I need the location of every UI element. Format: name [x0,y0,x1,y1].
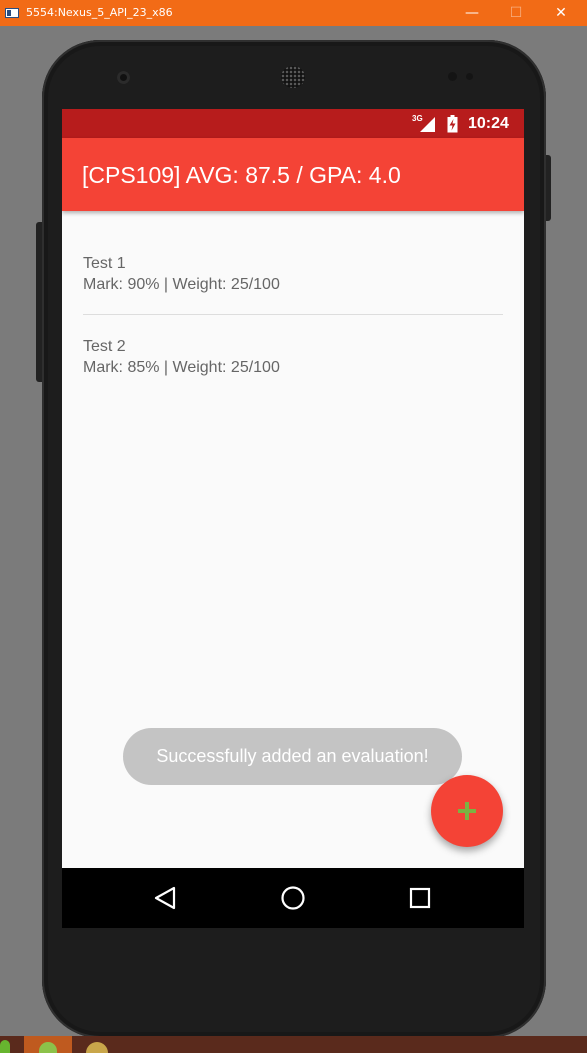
emulator-window-title: 5554:Nexus_5_API_23_x86 [26,6,173,19]
emulator-title-bar: 5554:Nexus_5_API_23_x86 — ☐ ✕ [0,0,587,26]
status-bar: 3G 10:24 [62,109,524,138]
status-clock: 10:24 [468,115,509,132]
list-item[interactable]: Test 2 Mark: 85% | Weight: 25/100 [83,336,503,402]
power-button[interactable] [546,155,551,221]
evaluation-details: Mark: 85% | Weight: 25/100 [83,359,280,376]
home-icon[interactable] [278,883,308,913]
back-icon[interactable] [151,883,181,913]
evaluation-name: Test 1 [83,255,126,272]
list-divider [83,314,503,315]
close-button[interactable]: ✕ [541,0,581,26]
recent-apps-icon[interactable] [405,883,435,913]
minimize-button[interactable]: — [452,0,492,26]
earpiece-speaker-icon [281,66,305,88]
evaluation-details: Mark: 90% | Weight: 25/100 [83,276,280,293]
page-title: [CPS109] AVG: 87.5 / GPA: 4.0 [82,162,401,188]
app-toolbar: [CPS109] AVG: 87.5 / GPA: 4.0 [62,138,524,211]
device-screen: 3G 10:24 [CPS109] AVG: 87.5 / GPA: 4.0 T… [62,109,524,928]
evaluation-name: Test 2 [83,338,126,355]
emulator-app-icon [5,8,19,18]
maximize-button[interactable]: ☐ [496,0,536,26]
taskbar-app-icon[interactable] [86,1042,108,1053]
plus-icon [458,802,476,820]
add-evaluation-button[interactable] [431,775,503,847]
light-sensor-icon [466,73,473,80]
proximity-sensor-icon [448,72,457,81]
navigation-bar [62,868,524,928]
host-taskbar [0,1036,587,1053]
battery-charging-icon [447,115,458,133]
front-camera-icon [117,71,130,84]
toast-message: Successfully added an evaluation! [123,728,462,785]
list-item[interactable]: Test 1 Mark: 90% | Weight: 25/100 [83,253,503,319]
signal-icon [420,117,435,132]
android-studio-taskbar-icon[interactable] [24,1036,72,1053]
taskbar-app-icon[interactable] [0,1040,10,1053]
